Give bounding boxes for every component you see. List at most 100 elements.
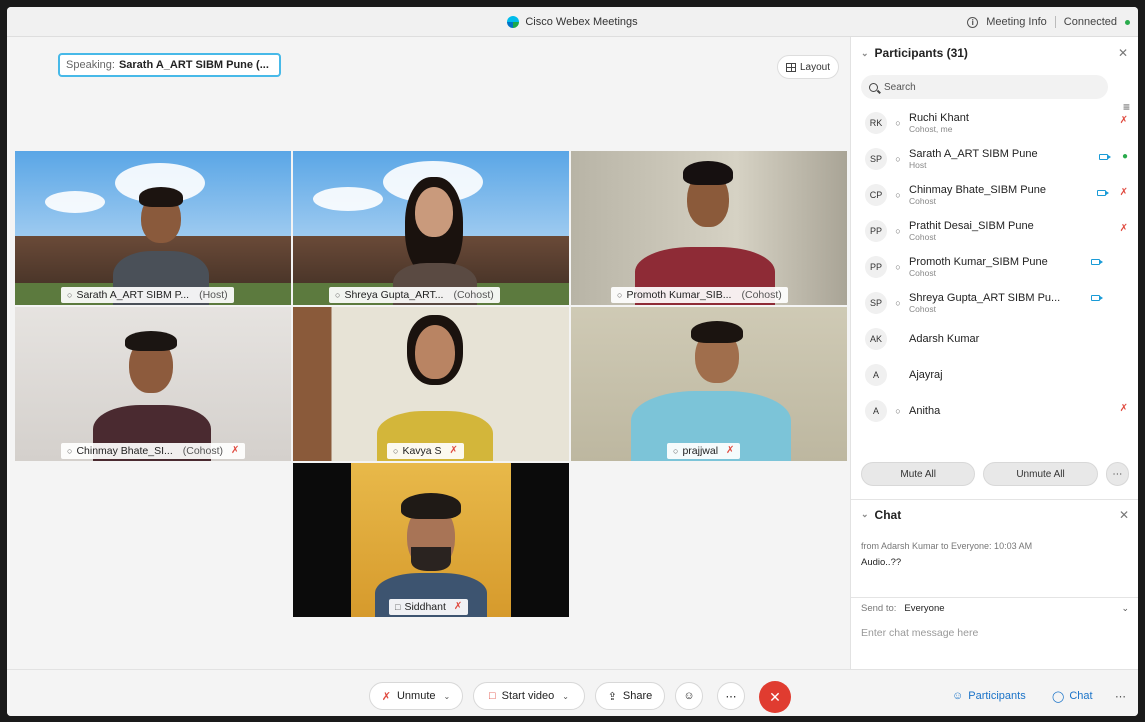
close-icon[interactable]: ✕ (1119, 508, 1129, 522)
meeting-info-link[interactable]: Meeting Info (986, 16, 1047, 28)
end-call-button[interactable]: ✕ (759, 681, 791, 713)
unmute-button[interactable]: ✗ Unmute ⌄ (369, 682, 463, 710)
participant-row[interactable]: CP ○ Chinmay Bhate_SIBM Pune Cohost ✗ (851, 177, 1138, 213)
muted-mic-icon[interactable]: ✗ (1120, 187, 1128, 198)
mic-icon: ○ (335, 290, 341, 300)
info-icon[interactable]: i (967, 16, 979, 28)
share-button[interactable]: ⇪ Share (595, 682, 665, 710)
window-title: Cisco Webex Meetings (525, 15, 638, 28)
mic-icon: ○ (67, 446, 73, 456)
video-tile-kavya[interactable]: ○ Kavya S ✗ (293, 307, 569, 461)
tile-name: Siddhant (404, 601, 446, 613)
chevron-down-icon: ⌄ (1121, 603, 1129, 613)
participant-row[interactable]: PP ○ Promoth Kumar_SIBM Pune Cohost (851, 249, 1138, 285)
more-options-button[interactable]: ⋯ (1115, 682, 1126, 710)
active-mic-icon[interactable]: ● (1122, 151, 1128, 162)
avatar: CP (865, 184, 887, 206)
tile-name: Promoth Kumar_SIB... (626, 289, 732, 301)
participant-role: Cohost (909, 304, 936, 314)
participant-row[interactable]: AK Adarsh Kumar (851, 321, 1138, 357)
layout-button[interactable]: Layout (777, 55, 839, 79)
tile-role: (Cohost) (741, 289, 782, 301)
participant-name: Shreya Gupta_ART SIBM Pu... (909, 292, 1061, 304)
close-icon: ✕ (769, 689, 781, 705)
more-options-icon[interactable]: ⋯ (1105, 462, 1129, 486)
chat-message-text: Audio..?? (861, 557, 902, 568)
webex-logo-icon (507, 15, 520, 28)
participant-row[interactable]: SP ○ Shreya Gupta_ART SIBM Pu... Cohost (851, 285, 1138, 321)
participant-name: Anitha (909, 405, 941, 417)
tile-name: Chinmay Bhate_SI... (76, 445, 173, 457)
participants-header[interactable]: ⌄ Participants (31) ✕ (851, 37, 1138, 69)
participants-title: Participants (31) (874, 46, 968, 60)
reactions-button[interactable]: ☺ (675, 682, 703, 710)
start-video-label: Start video (501, 690, 555, 702)
chevron-down-icon[interactable]: ⌄ (861, 509, 869, 520)
video-tile-chinmay[interactable]: ○ Chinmay Bhate_SI... (Cohost) ✗ (15, 307, 291, 461)
video-tile-promoth[interactable]: ○ Promoth Kumar_SIB... (Cohost) (571, 151, 847, 305)
send-to-value: Everyone (904, 603, 945, 614)
avatar: RK (865, 112, 887, 134)
participant-row[interactable]: A ○ Anitha ✗ (851, 393, 1138, 429)
participant-name: Chinmay Bhate_SIBM Pune (909, 184, 1046, 196)
chevron-down-icon[interactable]: ⌄ (444, 692, 451, 701)
divider (1054, 16, 1056, 28)
meeting-controls: ✗ Unmute ⌄ □ Start video ⌄ ⇪ Share ☺ ⋯ ✕… (7, 669, 1138, 716)
unmute-label: Unmute (396, 690, 436, 702)
participant-role: Cohost (909, 268, 936, 278)
avatar: PP (865, 256, 887, 278)
unmute-all-button[interactable]: Unmute All (983, 462, 1098, 486)
start-video-button[interactable]: □ Start video ⌄ (473, 682, 585, 710)
participant-role: Cohost (909, 196, 936, 206)
mic-status-icon: ○ (895, 190, 901, 200)
muted-mic-icon[interactable]: ✗ (1120, 403, 1128, 414)
video-tile-shreya[interactable]: ○ Shreya Gupta_ART... (Cohost) (293, 151, 569, 305)
chevron-down-icon[interactable]: ⌄ (562, 692, 569, 701)
webex-window: Cisco Webex Meetings i Meeting Info Conn… (7, 7, 1138, 716)
muted-mic-icon[interactable]: ✗ (1120, 115, 1128, 126)
participant-name: Adarsh Kumar (909, 333, 980, 345)
tile-role: (Cohost) (453, 289, 494, 301)
cloud (45, 191, 105, 213)
chat-input[interactable]: Enter chat message here (861, 627, 978, 639)
participant-row[interactable]: A Ajayraj (851, 357, 1138, 393)
title-bar: Cisco Webex Meetings i Meeting Info Conn… (7, 7, 1138, 37)
tile-role: (Host) (199, 289, 228, 301)
video-tile-sarath[interactable]: ○ Sarath A_ART SIBM P... (Host) (15, 151, 291, 305)
participant-row[interactable]: SP ○ Sarath A_ART SIBM Pune Host ● (851, 141, 1138, 177)
mic-icon: □ (395, 602, 401, 612)
mic-icon: ○ (393, 446, 399, 456)
tile-label: ○ Chinmay Bhate_SI... (Cohost) ✗ (61, 443, 246, 459)
speaking-prefix: Speaking: (66, 59, 115, 71)
mic-status-icon: ○ (895, 154, 901, 164)
participants-toggle-button[interactable]: ☺ Participants (952, 682, 1026, 710)
send-to-select[interactable]: Send to: Everyone ⌄ (851, 597, 1138, 619)
participant-row[interactable]: PP ○ Prathit Desai_SIBM Pune Cohost ✗ (851, 213, 1138, 249)
cloud (313, 187, 383, 211)
close-icon[interactable]: ✕ (1118, 46, 1128, 60)
connected-dot-icon (1125, 19, 1130, 25)
chat-header[interactable]: ⌄ Chat ✕ (851, 499, 1138, 529)
muted-mic-icon[interactable]: ✗ (1120, 223, 1128, 234)
tile-name: Kavya S (402, 445, 442, 457)
search-placeholder: Search (884, 81, 916, 93)
search-input[interactable]: Search (861, 75, 1108, 99)
tile-label: □ Siddhant ✗ (389, 599, 469, 615)
mute-controls: Mute All Unmute All ⋯ (851, 459, 1138, 489)
participant-name: Sarath A_ART SIBM Pune (909, 148, 1038, 160)
mute-all-button[interactable]: Mute All (861, 462, 976, 486)
participant-row[interactable]: RK ○ Ruchi Khant Cohost, me ✗ (851, 105, 1138, 141)
video-camera-icon (1091, 295, 1103, 301)
avatar: AK (865, 328, 887, 350)
more-options-button[interactable]: ⋯ (717, 682, 745, 710)
chat-toggle-button[interactable]: ◯ Chat (1052, 682, 1093, 710)
mic-status-icon: ○ (895, 262, 901, 272)
chevron-down-icon[interactable]: ⌄ (861, 48, 869, 59)
participants-toggle-label: Participants (968, 690, 1026, 702)
speaking-name: Sarath A_ART SIBM Pune (... (118, 59, 269, 71)
video-tile-siddhant[interactable]: □ Siddhant ✗ (293, 463, 569, 617)
mic-status-icon: ○ (895, 406, 901, 416)
avatar: SP (865, 292, 887, 314)
video-tile-prajjwal[interactable]: ○ prajjwal ✗ (571, 307, 847, 461)
participant-role: Cohost (909, 232, 936, 242)
